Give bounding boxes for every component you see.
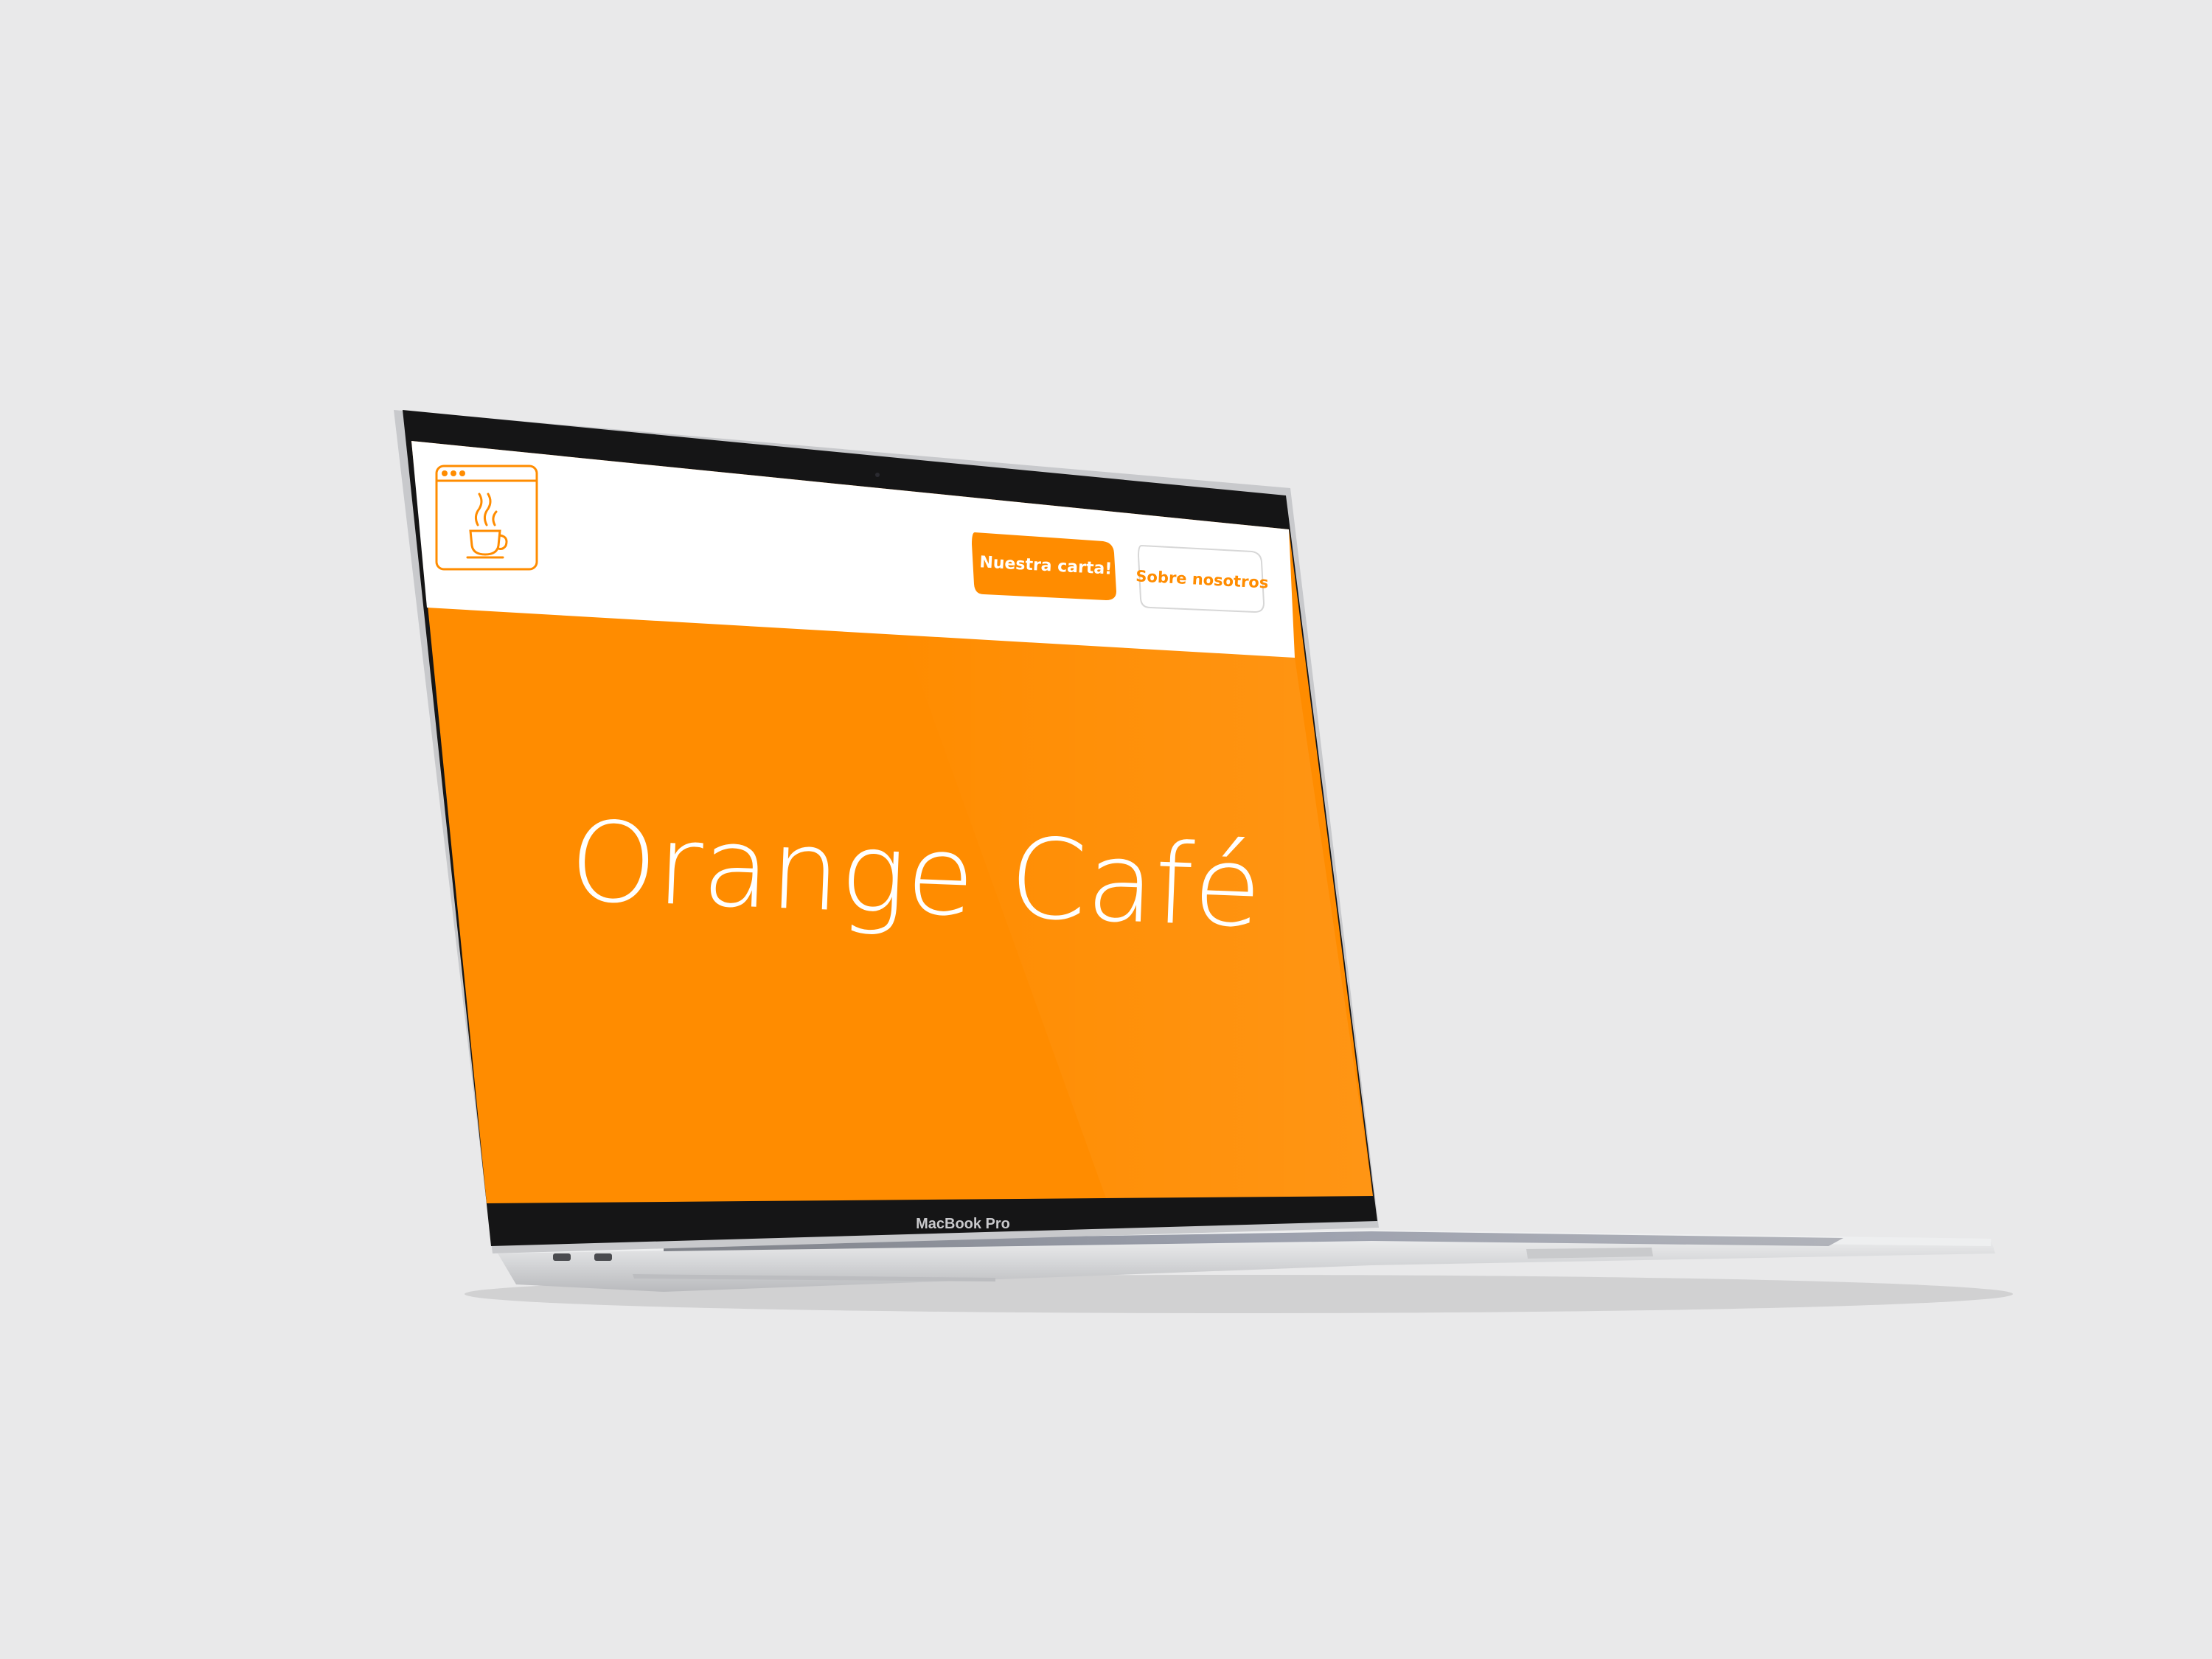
hero-title: Orange Café	[568, 798, 1264, 953]
webcam	[875, 473, 880, 477]
usb-c-port-2	[594, 1253, 612, 1261]
sobre-nosotros-button[interactable]: Sobre nosotros	[1135, 544, 1269, 613]
laptop-mockup: Nuestra carta! Sobre nosotros Orange Caf…	[394, 410, 2013, 1313]
usb-c-port-1	[553, 1253, 571, 1261]
mockup-stage: Nuestra carta! Sobre nosotros Orange Caf…	[0, 0, 2212, 1659]
nuestra-carta-button[interactable]: Nuestra carta!	[972, 532, 1116, 600]
macbook-brand-label: MacBook Pro	[916, 1216, 1010, 1232]
